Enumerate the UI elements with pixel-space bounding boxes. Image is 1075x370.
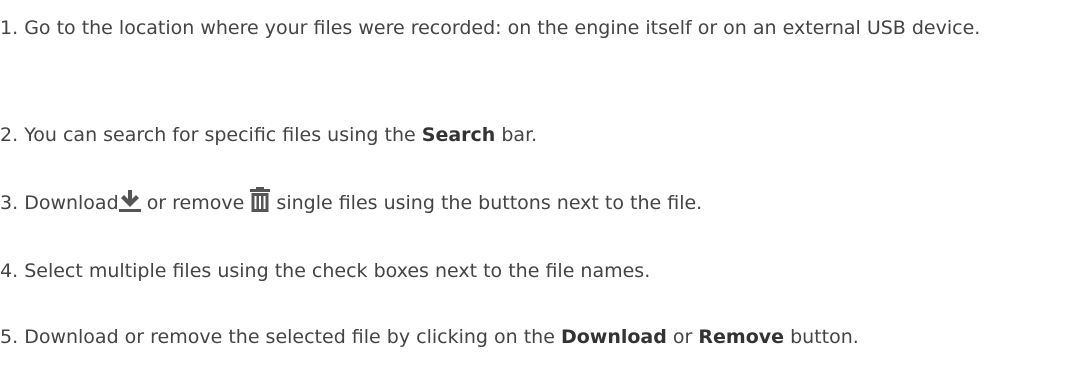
step-1-text: Go to the location where your files were… (24, 17, 981, 39)
step-3-text-pre: Download (24, 192, 119, 214)
step-2-number: 2. (0, 124, 19, 146)
remove-button-term: Remove (698, 326, 785, 348)
step-5: 5. Download or remove the selected file … (0, 320, 859, 354)
trash-icon (250, 187, 271, 213)
step-1: 1. Go to the location where your files w… (0, 11, 1068, 45)
step-4: 4. Select multiple files using the check… (0, 254, 650, 288)
step-3-text-post: single files using the buttons next to t… (276, 192, 703, 214)
step-3: 3. Download or remove single files using… (0, 186, 702, 220)
step-5-text-post: button. (790, 326, 859, 348)
step-2: 2. You can search for specific files usi… (0, 118, 537, 152)
step-3-number: 3. (0, 192, 19, 214)
step-4-text: Select multiple files using the check bo… (24, 260, 651, 282)
download-icon (118, 189, 141, 213)
step-5-number: 5. (0, 326, 19, 348)
instructions-document: 1. Go to the location where your files w… (0, 0, 1075, 370)
step-4-number: 4. (0, 260, 19, 282)
step-5-text-mid: or (672, 326, 693, 348)
step-3-text-mid: or remove (146, 192, 245, 214)
download-button-term: Download (560, 326, 667, 348)
search-bar-term: Search (421, 124, 496, 146)
step-5-text-pre: Download or remove the selected file by … (24, 326, 555, 348)
step-2-text-post: bar. (501, 124, 538, 146)
step-1-number: 1. (0, 17, 19, 39)
step-2-text-pre: You can search for specific files using … (24, 124, 416, 146)
